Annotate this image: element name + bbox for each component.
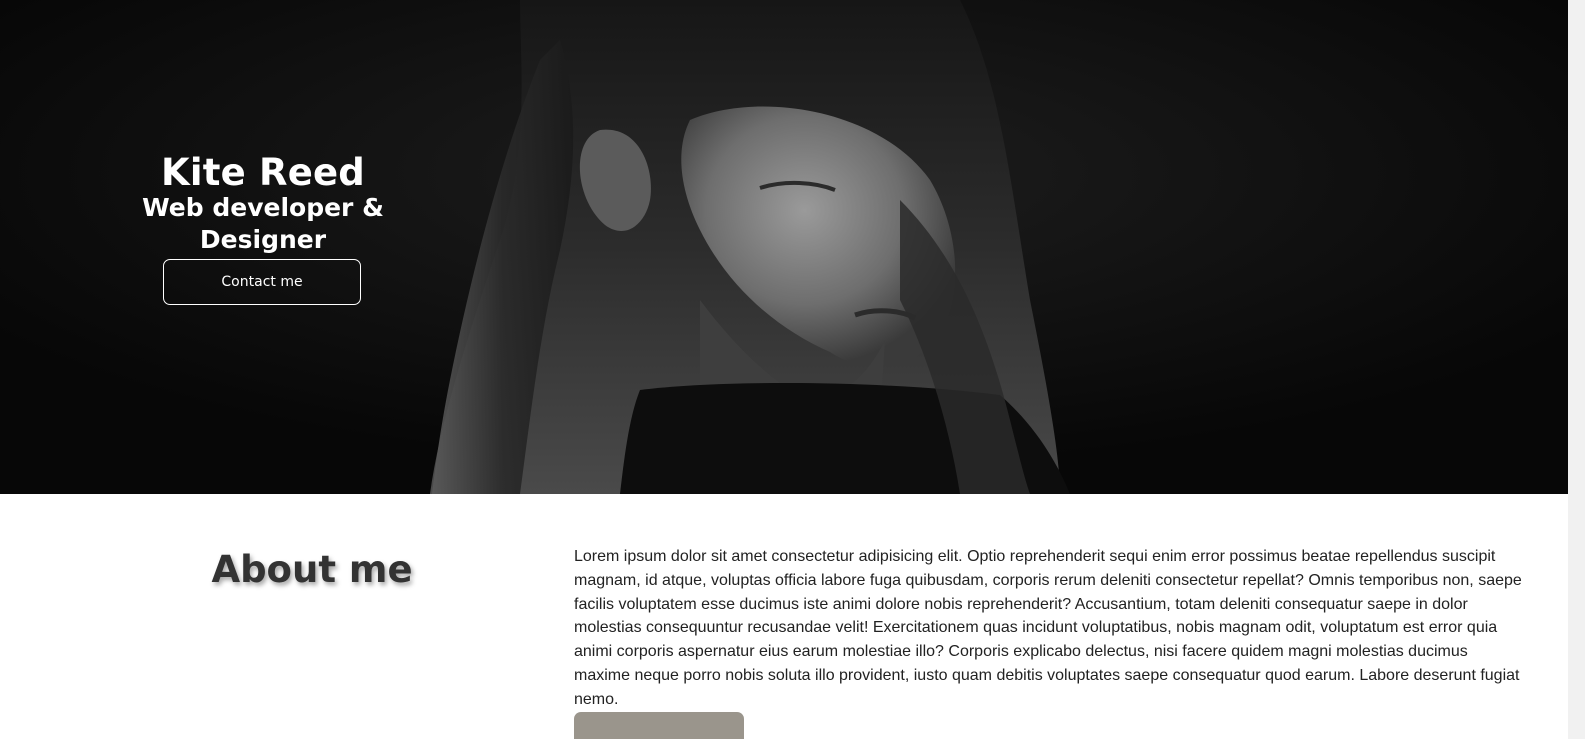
hero-text-block: Kite Reed Web developer & Designer bbox=[80, 150, 446, 256]
hero-section: Kite Reed Web developer & Designer Conta… bbox=[0, 0, 1568, 494]
about-action-button[interactable] bbox=[574, 712, 744, 739]
hero-name: Kite Reed bbox=[161, 151, 365, 194]
about-body-text: Lorem ipsum dolor sit amet consectetur a… bbox=[574, 548, 1522, 708]
scrollbar[interactable] bbox=[1568, 0, 1585, 739]
page: Kite Reed Web developer & Designer Conta… bbox=[0, 0, 1585, 739]
about-heading: About me bbox=[211, 548, 413, 591]
contact-me-button[interactable]: Contact me bbox=[163, 259, 361, 305]
hero-role: Web developer & Designer bbox=[142, 193, 384, 254]
